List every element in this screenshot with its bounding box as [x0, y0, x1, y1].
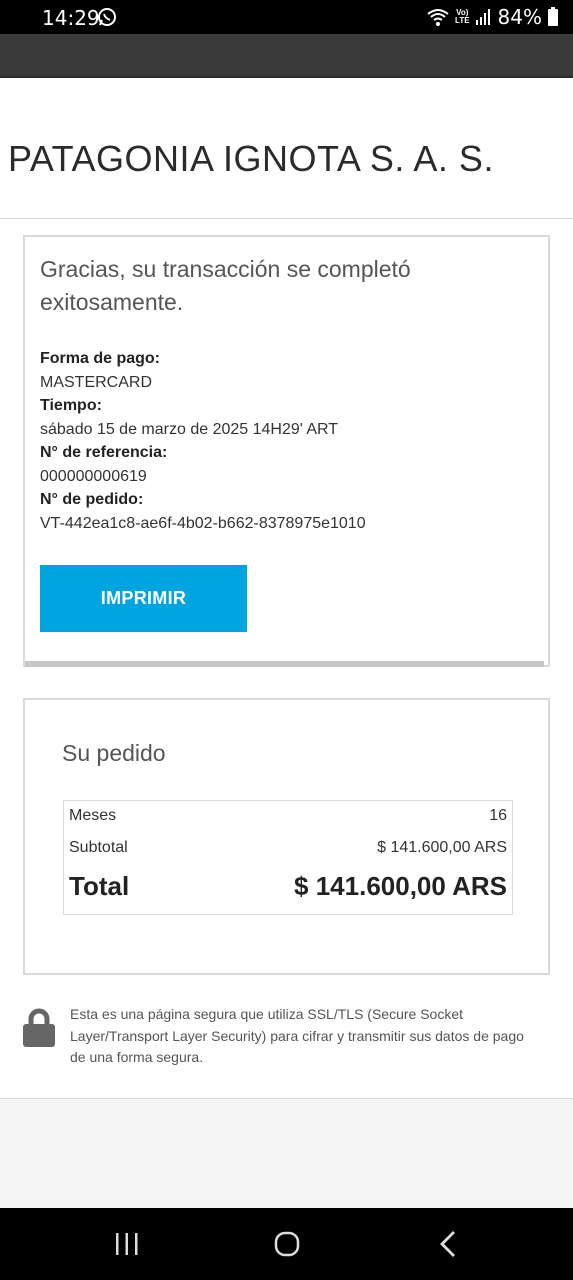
signal-icon	[475, 9, 490, 25]
battery-percent: 84%	[497, 5, 542, 29]
reference-label: N° de referencia:	[40, 444, 168, 461]
wifi-icon	[427, 9, 449, 26]
status-right: Vo) LTE 84%	[426, 5, 559, 29]
time-label: Tiempo:	[40, 397, 102, 414]
payment-method-label: Forma de pago:	[40, 350, 161, 367]
lock-icon	[23, 1008, 55, 1047]
card-bottom-bar	[25, 661, 544, 667]
volte-icon: Vo) LTE	[455, 9, 470, 25]
total-value: $ 141.600,00 ARS	[294, 871, 507, 901]
status-time: 14:29	[42, 6, 100, 30]
payment-details: Forma de pago: MASTERCARD Tiempo: sábado…	[40, 347, 366, 535]
table-row: Meses 16	[69, 807, 507, 825]
status-bar: 14:29 Vo) LTE 84%	[0, 0, 573, 34]
reference-value: 000000000619	[40, 467, 147, 485]
table-row: Subtotal $ 141.600,00 ARS	[69, 839, 507, 857]
security-text: Esta es una página segura que utiliza SS…	[70, 1006, 524, 1065]
home-icon[interactable]	[267, 1226, 307, 1262]
order-summary-title: Su pedido	[62, 740, 166, 766]
browser-toolbar	[0, 34, 573, 78]
page-footer	[0, 1099, 573, 1208]
subtotal-value: $ 141.600,00 ARS	[377, 839, 507, 856]
confirmation-card: Gracias, su transacción se completó exit…	[23, 235, 550, 667]
recents-icon[interactable]	[107, 1226, 147, 1262]
success-message: Gracias, su transacción se completó exit…	[40, 256, 411, 315]
months-label: Meses	[69, 807, 117, 824]
total-label: Total	[69, 871, 130, 901]
months-value: 16	[489, 807, 507, 824]
payment-method-value: MASTERCARD	[40, 373, 153, 391]
table-row: Total $ 141.600,00 ARS	[69, 871, 507, 902]
print-button[interactable]: IMPRIMIR	[40, 565, 247, 632]
back-icon[interactable]	[430, 1226, 470, 1262]
order-number-label: N° de pedido:	[40, 491, 144, 508]
payment-page: PATAGONIA IGNOTA S. A. S. Gracias, su tr…	[0, 78, 573, 1208]
battery-icon	[548, 7, 558, 26]
security-notice: Esta es una página segura que utiliza SS…	[0, 1000, 573, 1100]
order-summary-card: Su pedido Meses 16 Subtotal $ 141.600,00…	[23, 698, 550, 975]
volte-label-bottom: LTE	[455, 16, 470, 25]
time-value: sábado 15 de marzo de 2025 14H29' ART	[40, 420, 339, 438]
system-nav-bar	[0, 1208, 573, 1280]
subtotal-label: Subtotal	[69, 839, 128, 856]
page-header: PATAGONIA IGNOTA S. A. S.	[0, 78, 573, 219]
merchant-name: PATAGONIA IGNOTA S. A. S.	[8, 138, 494, 179]
order-number-value: VT-442ea1c8-ae6f-4b02-b662-8378975e1010	[40, 514, 366, 532]
whatsapp-icon	[98, 8, 116, 26]
order-table: Meses 16 Subtotal $ 141.600,00 ARS Total…	[63, 800, 513, 915]
